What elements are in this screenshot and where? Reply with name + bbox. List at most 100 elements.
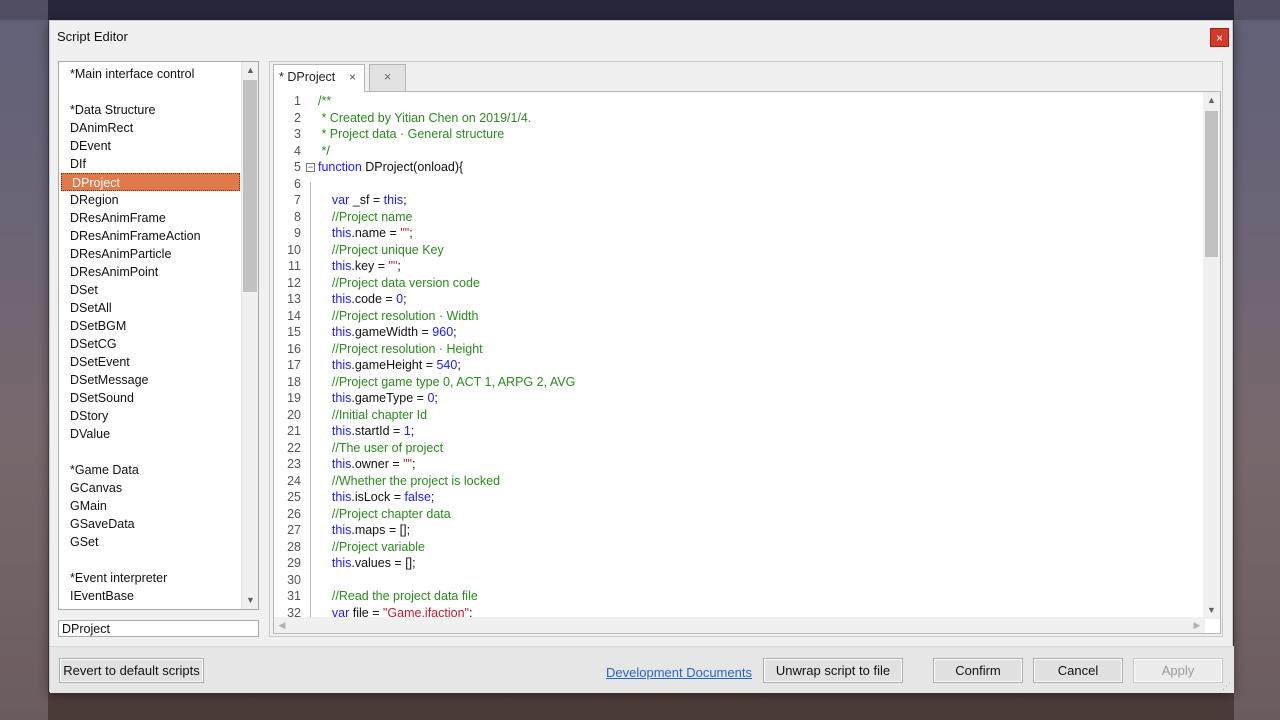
list-item[interactable]: IEventBase — [59, 587, 241, 605]
code-line[interactable]: 10 //Project unique Key — [274, 242, 1204, 259]
list-item[interactable]: DRegion — [59, 191, 241, 209]
close-button[interactable]: × — [1210, 28, 1229, 47]
resize-grip-icon[interactable]: ⋰ — [1222, 681, 1232, 691]
scroll-down-icon[interactable]: ▼ — [242, 592, 258, 609]
code-line[interactable]: 25 this.isLock = false; — [274, 489, 1204, 506]
confirm-button[interactable]: Confirm — [933, 658, 1023, 683]
list-item[interactable]: DAnimRect — [59, 119, 241, 137]
list-item[interactable]: GSaveData — [59, 515, 241, 533]
code-line[interactable]: 24 //Whether the project is locked — [274, 473, 1204, 490]
code-token: this — [318, 424, 352, 438]
unwrap-script-button[interactable]: Unwrap script to file — [763, 658, 903, 683]
code-line[interactable]: 3 * Project data · General structure — [274, 126, 1204, 143]
code-line[interactable]: 6 — [274, 176, 1204, 193]
list-item[interactable]: DSetEvent — [59, 353, 241, 371]
list-item[interactable]: *Event interpreter — [59, 569, 241, 587]
list-item[interactable]: DSetMessage — [59, 371, 241, 389]
list-item[interactable]: GMain — [59, 497, 241, 515]
code-horizontal-scrollbar[interactable]: ◀ ▶ — [274, 617, 1205, 633]
code-line[interactable]: 31 //Read the project data file — [274, 588, 1204, 605]
list-item[interactable]: DEvent — [59, 137, 241, 155]
code-line[interactable]: 7 var _sf = this; — [274, 192, 1204, 209]
code-token: //Project variable — [318, 539, 425, 554]
code-line[interactable]: 28 //Project variable — [274, 539, 1204, 556]
scroll-up-icon[interactable]: ▲ — [1203, 92, 1220, 109]
scroll-down-icon[interactable]: ▼ — [1203, 602, 1220, 619]
code-text: this.gameType = 0; — [318, 390, 438, 407]
code-token: .code = — [351, 292, 397, 306]
code-line[interactable]: 5− function DProject(onload){ — [274, 159, 1204, 176]
fold-toggle-icon[interactable]: − — [306, 163, 315, 172]
scroll-up-icon[interactable]: ▲ — [242, 62, 258, 79]
script-list[interactable]: *Main interface control *Data Structure DA… — [58, 61, 259, 610]
list-item[interactable]: DResAnimFrame — [59, 209, 241, 227]
code-token: //Project resolution · Height — [318, 341, 483, 356]
code-line[interactable]: 13 this.code = 0; — [274, 291, 1204, 308]
code-token: DProject(onload){ — [361, 160, 464, 174]
scroll-thumb[interactable] — [1205, 111, 1218, 257]
list-item[interactable]: *Main interface control — [59, 65, 241, 83]
list-item[interactable]: DSet — [59, 281, 241, 299]
code-line[interactable]: 22 //The user of project — [274, 440, 1204, 457]
code-line[interactable]: 18 //Project game type 0, ACT 1, ARPG 2,… — [274, 374, 1204, 391]
development-documents-link[interactable]: Development Documents — [606, 665, 752, 680]
code-line[interactable]: 27 this.maps = []; — [274, 522, 1204, 539]
tab-dproject[interactable]: * DProject × — [273, 64, 365, 92]
list-item[interactable]: GCanvas — [59, 479, 241, 497]
code-line[interactable]: 16 //Project resolution · Height — [274, 341, 1204, 358]
code-text: //Whether the project is locked — [318, 473, 500, 490]
tab-close-icon[interactable]: × — [384, 70, 391, 84]
code-token: ; — [430, 490, 435, 504]
cancel-button[interactable]: Cancel — [1033, 658, 1123, 683]
list-item[interactable]: DIf — [59, 155, 241, 173]
list-item[interactable]: *Game Data — [59, 461, 241, 479]
list-item[interactable]: *Data Structure — [59, 101, 241, 119]
code-line[interactable]: 8 //Project name — [274, 209, 1204, 226]
scroll-right-icon[interactable]: ▶ — [1189, 617, 1205, 633]
list-item[interactable]: DProject — [61, 173, 240, 191]
code-line[interactable]: 29 this.values = []; — [274, 555, 1204, 572]
code-line[interactable]: 4 */ — [274, 143, 1204, 160]
list-item[interactable]: DResAnimFrameAction — [59, 227, 241, 245]
code-line[interactable]: 20 //Initial chapter Id — [274, 407, 1204, 424]
code-line[interactable]: 2 * Created by Yitian Chen on 2019/1/4. — [274, 110, 1204, 127]
script-filter-input[interactable] — [58, 620, 259, 637]
code-editor[interactable]: 1 /** 2 * Created by Yitian Chen on 2019/1… — [273, 91, 1221, 634]
scroll-thumb[interactable] — [243, 80, 257, 292]
code-line[interactable]: 21 this.startId = 1; — [274, 423, 1204, 440]
list-item[interactable]: GSet — [59, 533, 241, 551]
list-item[interactable]: DStory — [59, 407, 241, 425]
code-token: this — [318, 490, 352, 504]
apply-button[interactable]: Apply — [1133, 658, 1223, 683]
code-line[interactable]: 12 //Project data version code — [274, 275, 1204, 292]
code-vertical-scrollbar[interactable]: ▲ ▼ — [1203, 92, 1220, 619]
list-item[interactable]: DSetCG — [59, 335, 241, 353]
list-item[interactable]: DSetBGM — [59, 317, 241, 335]
scroll-left-icon[interactable]: ◀ — [274, 617, 290, 633]
code-token: this — [318, 292, 352, 306]
list-item[interactable]: DSetSound — [59, 389, 241, 407]
code-line[interactable]: 26 //Project chapter data — [274, 506, 1204, 523]
revert-button[interactable]: Revert to default scripts — [59, 658, 204, 683]
list-item[interactable]: DSetAll — [59, 299, 241, 317]
code-line[interactable]: 15 this.gameWidth = 960; — [274, 324, 1204, 341]
list-item[interactable]: DResAnimParticle — [59, 245, 241, 263]
code-line[interactable]: 17 this.gameHeight = 540; — [274, 357, 1204, 374]
list-item[interactable]: DValue — [59, 425, 241, 443]
tab-close-icon[interactable]: × — [349, 65, 356, 90]
list-item[interactable]: DResAnimPoint — [59, 263, 241, 281]
code-line[interactable]: 11 this.key = ""; — [274, 258, 1204, 275]
code-line[interactable]: 19 this.gameType = 0; — [274, 390, 1204, 407]
script-list-scrollbar[interactable]: ▲ ▼ — [241, 62, 258, 609]
line-number: 4 — [294, 143, 301, 158]
code-lines: 1 /** 2 * Created by Yitian Chen on 2019/1… — [274, 93, 1204, 621]
code-line[interactable]: 14 //Project resolution · Width — [274, 308, 1204, 325]
code-line[interactable]: 30 — [274, 572, 1204, 589]
code-line[interactable]: 23 this.owner = ""; — [274, 456, 1204, 473]
code-line[interactable]: 1 /** — [274, 93, 1204, 110]
line-number: 7 — [294, 193, 301, 207]
code-token: //The user of project — [318, 440, 444, 455]
tab-empty[interactable]: × — [369, 64, 406, 91]
code-token: /** — [318, 94, 332, 108]
code-line[interactable]: 9 this.name = ""; — [274, 225, 1204, 242]
